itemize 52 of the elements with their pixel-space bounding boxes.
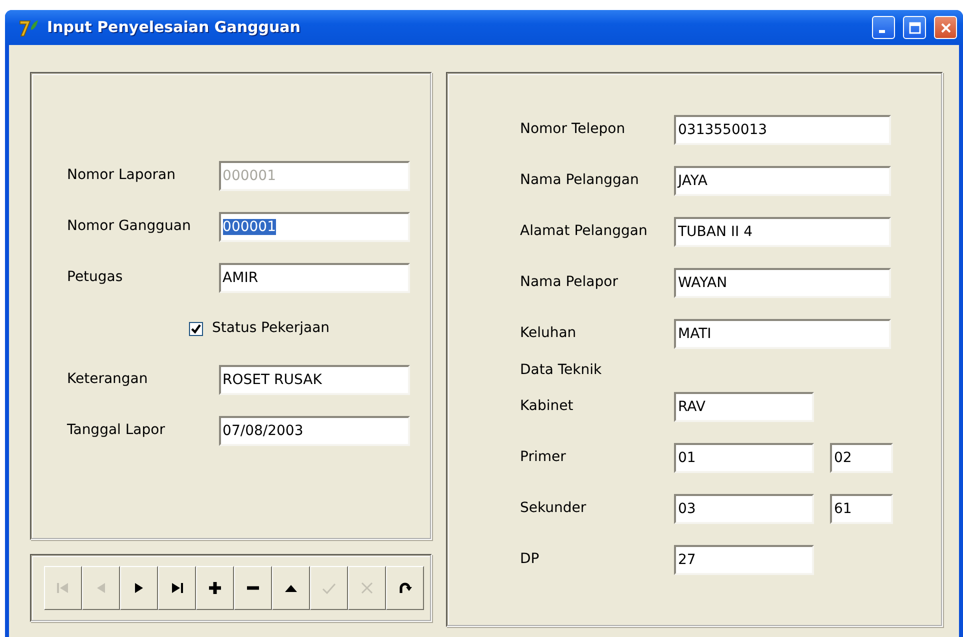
text-field[interactable]: ROSET RUSAK: [218, 364, 410, 394]
text-field[interactable]: 02: [830, 442, 893, 472]
field-label: Nomor Telepon: [520, 120, 626, 139]
cross-icon: [359, 580, 375, 596]
skip-to-first-icon: [55, 580, 71, 596]
checkbox-label: Status Pekerjaan: [212, 319, 330, 338]
window-title: Input Penyelesaian Gangguan: [47, 17, 302, 38]
text-field[interactable]: 000001: [218, 212, 410, 242]
text-field[interactable]: JAYA: [674, 166, 891, 196]
minimize-icon: [878, 30, 884, 33]
text-field[interactable]: 07/08/2003: [218, 416, 410, 446]
checkmark-icon: [191, 324, 201, 334]
field-label: Nomor Gangguan: [67, 217, 192, 236]
field-label: Keluhan: [520, 324, 578, 343]
text-field[interactable]: 0313550013: [674, 114, 891, 144]
navigator-button[interactable]: [386, 566, 424, 610]
text-field[interactable]: WAYAN: [674, 268, 891, 298]
app-icon: [19, 18, 39, 38]
checkbox[interactable]: [189, 322, 203, 336]
text-field[interactable]: AMIR: [218, 262, 410, 292]
field-label: DP: [520, 550, 540, 569]
field-label: Kabinet: [520, 397, 574, 416]
field-label: Nomor Laporan: [67, 166, 176, 185]
text-field[interactable]: TUBAN II 4: [674, 216, 891, 246]
refresh-icon: [397, 580, 413, 596]
navigator-button[interactable]: [234, 566, 272, 610]
field-label: Primer: [520, 448, 567, 467]
text-field[interactable]: 27: [674, 544, 814, 574]
section-heading: Data Teknik: [520, 361, 603, 380]
field-label: Keterangan: [67, 370, 149, 389]
text-field[interactable]: 01: [674, 442, 814, 472]
navigator-button[interactable]: [120, 566, 158, 610]
field-label: Nama Pelapor: [520, 273, 619, 292]
minimize-button[interactable]: [872, 16, 895, 39]
field-label: Petugas: [67, 268, 124, 287]
field-label: Sekunder: [520, 499, 588, 518]
navigator-button[interactable]: [196, 566, 234, 610]
text-field[interactable]: RAV: [674, 392, 814, 422]
close-button[interactable]: [934, 16, 957, 39]
maximize-button[interactable]: [903, 16, 926, 39]
navigator-button[interactable]: [272, 566, 310, 610]
skip-to-last-icon: [169, 580, 185, 596]
maximize-icon: [908, 22, 920, 34]
plus-icon: [207, 580, 223, 596]
text-field[interactable]: 03: [674, 494, 814, 524]
navigator-button[interactable]: [158, 566, 196, 610]
field-label: Tanggal Lapor: [67, 421, 166, 440]
close-icon: [940, 22, 952, 34]
text-field[interactable]: MATI: [674, 318, 891, 348]
field-label: Nama Pelanggan: [520, 171, 640, 190]
field-label: Alamat Pelanggan: [520, 222, 648, 241]
text-field[interactable]: 61: [830, 494, 893, 524]
